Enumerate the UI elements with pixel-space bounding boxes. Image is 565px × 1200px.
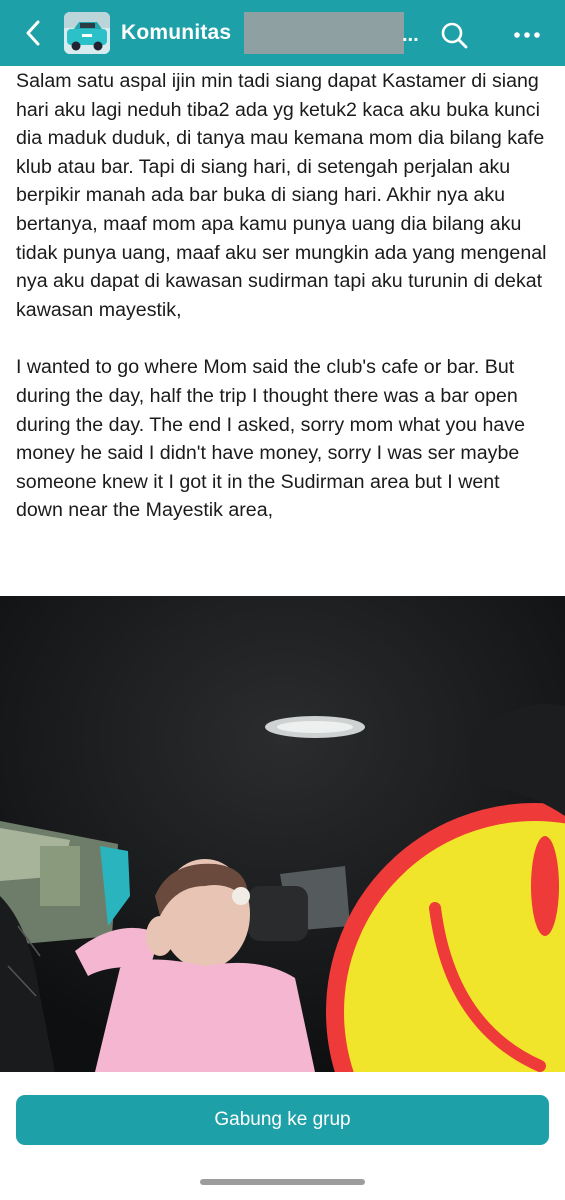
more-options-button[interactable] — [509, 20, 545, 50]
title-truncation: ... — [402, 24, 419, 46]
post-text-indonesian: Salam satu aspal ijin min tadi siang dap… — [16, 70, 547, 321]
community-title: Komunitas — [121, 21, 232, 44]
search-button[interactable] — [439, 20, 469, 50]
chevron-left-icon — [26, 20, 40, 46]
search-icon — [441, 22, 468, 49]
redacted-group-name — [244, 12, 404, 54]
more-horizontal-icon — [514, 32, 540, 38]
post-body: Salam satu aspal ijin min tadi siang dap… — [16, 67, 551, 525]
back-button[interactable] — [18, 18, 48, 48]
home-indicator[interactable] — [200, 1179, 365, 1185]
post-photo[interactable] — [0, 596, 565, 1072]
join-group-button[interactable]: Gabung ke grup — [16, 1095, 549, 1145]
post-text-english: I wanted to go where Mom said the club's… — [16, 356, 525, 522]
top-app-bar: Komunitas ... — [0, 0, 565, 66]
taxi-car-image — [64, 12, 110, 54]
car-interior-image — [0, 596, 565, 1072]
community-avatar[interactable] — [64, 12, 110, 54]
